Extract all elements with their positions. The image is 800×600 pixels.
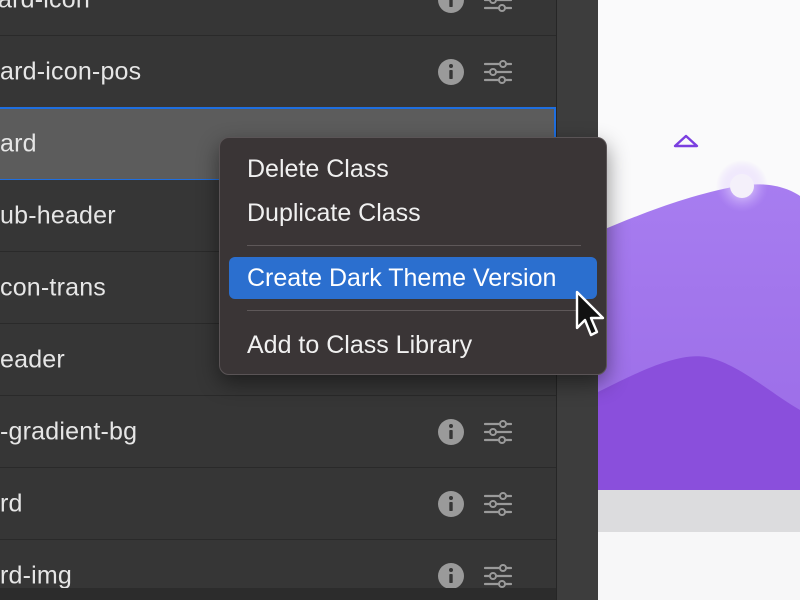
menu-item-delete-class[interactable]: Delete Class bbox=[229, 148, 597, 190]
class-row[interactable]: rd bbox=[0, 468, 556, 540]
info-icon[interactable] bbox=[437, 0, 465, 14]
class-row[interactable]: -gradient-bg bbox=[0, 396, 556, 468]
class-name: rd bbox=[0, 489, 23, 517]
class-row[interactable]: ard-icon bbox=[0, 0, 556, 36]
mouse-pointer-icon bbox=[575, 290, 605, 337]
class-name: -gradient-bg bbox=[0, 417, 138, 445]
context-menu: Delete Class Duplicate Class Create Dark… bbox=[219, 137, 607, 375]
panel-bottom-bar bbox=[0, 588, 556, 600]
class-row[interactable]: ard-icon-pos bbox=[0, 36, 556, 108]
sliders-icon[interactable] bbox=[484, 0, 512, 12]
sliders-icon[interactable] bbox=[484, 563, 512, 588]
info-icon[interactable] bbox=[437, 418, 465, 446]
menu-item-duplicate-class[interactable]: Duplicate Class bbox=[229, 192, 597, 234]
class-name: rd-img bbox=[0, 561, 73, 589]
class-name: ub-header bbox=[0, 201, 116, 229]
sun-dot bbox=[730, 174, 754, 198]
preview-card-illustration bbox=[598, 0, 800, 600]
sliders-icon[interactable] bbox=[484, 59, 512, 84]
menu-item-create-dark-theme[interactable]: Create Dark Theme Version bbox=[229, 257, 597, 299]
menu-divider bbox=[247, 310, 581, 311]
class-name: con-trans bbox=[0, 273, 107, 301]
sliders-icon[interactable] bbox=[484, 491, 512, 516]
sliders-icon[interactable] bbox=[484, 419, 512, 444]
canvas-preview bbox=[598, 0, 800, 600]
menu-item-add-to-class-library[interactable]: Add to Class Library bbox=[229, 324, 597, 366]
info-icon[interactable] bbox=[437, 58, 465, 86]
class-name: ard-icon bbox=[0, 0, 90, 14]
class-name: ard bbox=[0, 129, 37, 158]
menu-divider bbox=[247, 245, 581, 246]
class-name: eader bbox=[0, 345, 65, 373]
class-name: ard-icon-pos bbox=[0, 57, 142, 85]
info-icon[interactable] bbox=[437, 490, 465, 518]
info-icon[interactable] bbox=[437, 562, 465, 590]
app-window: ard-icon ard-icon-pos bbox=[0, 0, 800, 600]
